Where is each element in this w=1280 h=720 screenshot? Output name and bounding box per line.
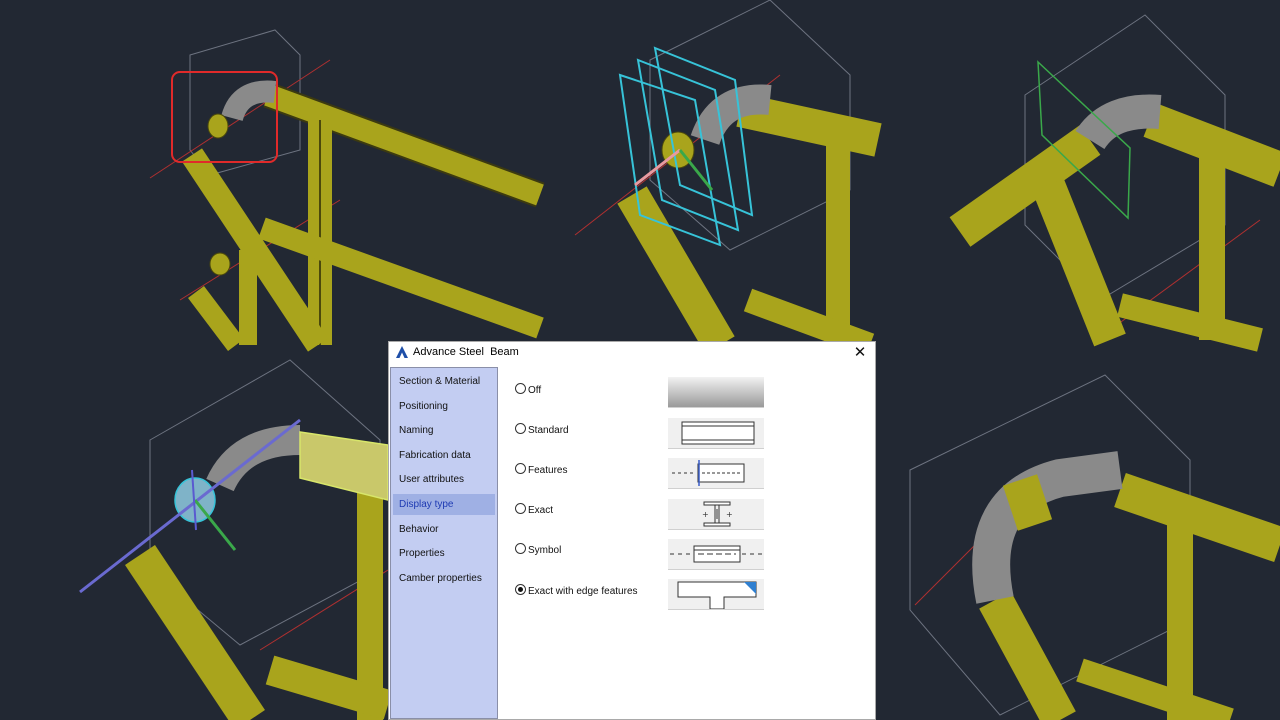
radio-standard[interactable] (515, 423, 526, 434)
dialog-title: Advance Steel Beam (413, 346, 519, 358)
preview-off-image (668, 377, 764, 408)
preview-exact-image: + + (668, 499, 764, 530)
display-option-label: Symbol (528, 545, 562, 556)
sidebar-item-properties[interactable]: Properties (393, 543, 495, 564)
svg-text:+: + (702, 510, 709, 519)
advance-steel-logo-icon (396, 346, 408, 358)
display-option-exact-with-edge-features[interactable]: Exact with edge features (515, 584, 638, 600)
sidebar-item-positioning[interactable]: Positioning (393, 396, 495, 417)
sidebar-item-user-attributes[interactable]: User attributes (393, 469, 495, 490)
property-category-list: Section & Material Positioning Naming Fa… (390, 367, 498, 719)
preview-exact-edge-image (668, 579, 764, 610)
display-option-exact[interactable]: Exact (515, 503, 553, 519)
display-option-label: Features (528, 465, 568, 476)
display-option-off[interactable]: Off (515, 383, 541, 399)
svg-text:+: + (726, 510, 733, 519)
radio-features[interactable] (515, 463, 526, 474)
display-option-label: Exact with edge features (528, 586, 638, 597)
dialog-app-name: Advance Steel (413, 346, 484, 358)
display-option-standard[interactable]: Standard (515, 423, 569, 439)
sidebar-item-behavior[interactable]: Behavior (393, 519, 495, 540)
dialog-titlebar[interactable]: Advance Steel Beam ✕ (389, 342, 875, 364)
close-icon[interactable]: ✕ (851, 344, 869, 362)
preview-symbol-image (668, 539, 764, 570)
sidebar-item-fabrication-data[interactable]: Fabrication data (393, 445, 495, 466)
display-option-label: Exact (528, 505, 554, 516)
beam-properties-dialog: Advance Steel Beam ✕ Section & Material … (388, 341, 876, 720)
display-option-label: Standard (528, 425, 569, 436)
display-option-label: Off (528, 385, 542, 396)
sidebar-item-section-material[interactable]: Section & Material (393, 371, 495, 392)
sidebar-item-display-type[interactable]: Display type (393, 494, 495, 515)
radio-exact-with-edge-features[interactable] (515, 584, 526, 595)
sidebar-item-naming[interactable]: Naming (393, 420, 495, 441)
preview-standard-image (668, 418, 764, 449)
display-option-features[interactable]: Features (515, 463, 567, 479)
preview-features-image (668, 458, 764, 489)
radio-off[interactable] (515, 383, 526, 394)
display-option-symbol[interactable]: Symbol (515, 543, 561, 559)
radio-symbol[interactable] (515, 543, 526, 554)
sidebar-item-camber-properties[interactable]: Camber properties (393, 568, 495, 589)
dialog-object-name: Beam (490, 346, 519, 358)
radio-exact[interactable] (515, 503, 526, 514)
